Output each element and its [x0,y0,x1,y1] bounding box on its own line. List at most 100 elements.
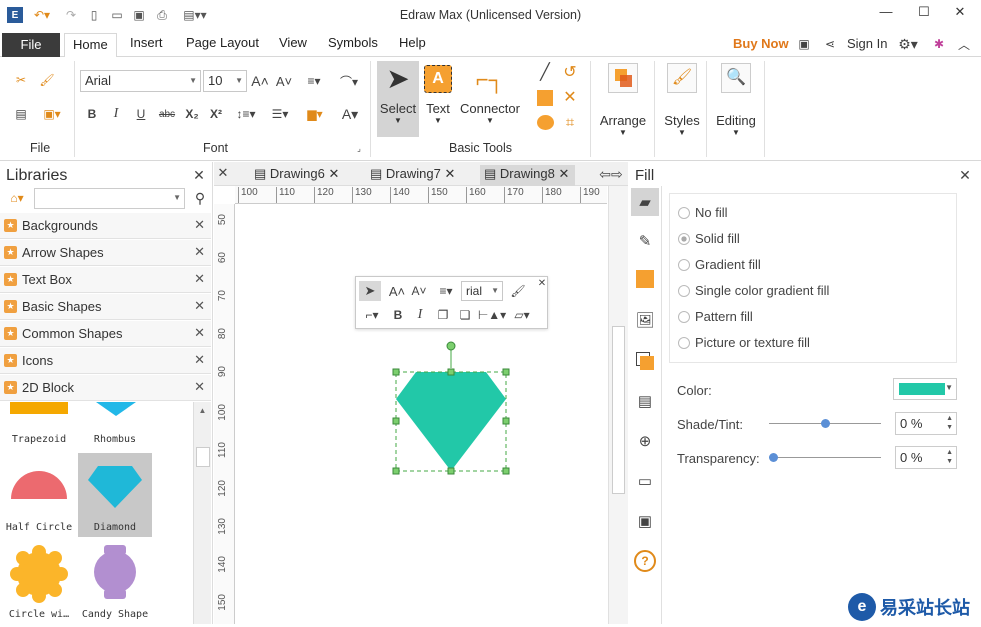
tab-symbols[interactable]: Symbols [328,35,378,50]
library-item-icons[interactable]: ★ Icons ✕ [0,348,211,374]
shape-candy[interactable] [86,542,146,606]
grow-font-icon[interactable]: A˄ [251,72,269,90]
select-tool-button[interactable]: ➤ Select ▼ [377,61,419,137]
styles-button[interactable]: 🖌 Styles ▼ [660,63,704,139]
library-scrollbar[interactable]: ▲ [193,402,211,624]
library-item-common-shapes[interactable]: ★ Common Shapes ✕ [0,321,211,347]
clone-icon[interactable]: ▣▾ [38,105,66,123]
bullets-icon[interactable]: ☰▾ [266,105,294,123]
close-button[interactable]: ✕ [940,4,980,24]
format-painter-icon[interactable]: 🖌 [38,71,56,89]
connector-tool-button[interactable]: ⌐┐ Connector ▼ [459,61,521,137]
underline-icon[interactable]: U [133,105,149,123]
distribute-icon[interactable]: ⊢▲▾ [478,306,506,324]
shade-slider-knob[interactable] [821,419,830,428]
tab-drawing6[interactable]: ▤ Drawing6 ✕ [250,165,345,186]
theme-icon[interactable]: ✱ [931,36,947,52]
resize-handle[interactable] [392,368,400,376]
crop-tool-icon[interactable]: ⌗ [561,113,579,131]
close-icon[interactable]: ✕ [328,166,339,181]
sign-in-link[interactable]: Sign In [847,36,887,51]
ellipse-tool-icon[interactable] [537,115,554,130]
font-size-select[interactable]: 10 ▼ [203,70,247,92]
resize-handle[interactable] [502,467,510,475]
send-back-icon[interactable]: ❏ [456,306,474,324]
tab-help[interactable]: Help [399,35,426,50]
transparency-input[interactable]: 0 % ▲ ▼ [895,446,957,469]
text-path-icon[interactable]: ⌒▾ [335,72,363,90]
close-icon[interactable]: ✕ [194,352,205,368]
gear-icon[interactable]: ⚙▾ [896,36,920,52]
transparency-slider-knob[interactable] [769,453,778,462]
resize-handle[interactable] [392,417,400,425]
style-icon[interactable]: ▱▾ [509,306,535,324]
close-icon[interactable]: ✕ [194,217,205,233]
scroll-up-icon[interactable]: ▲ [194,406,211,415]
font-dialog-launcher-icon[interactable]: ⌟ [354,143,364,153]
globe-icon[interactable]: ⊕ [634,430,656,452]
home-icon[interactable]: ⌂▾ [4,189,30,207]
library-item-backgrounds[interactable]: ★ Backgrounds ✕ [0,213,211,239]
radio-single-color-gradient-fill[interactable]: Single color gradient fill [678,283,829,298]
close-icon[interactable]: ✕ [194,379,205,395]
drawing-canvas[interactable] [236,205,608,624]
file-tab[interactable]: File [2,33,60,57]
close-icon[interactable]: ✕ [194,298,205,314]
mini-font-select[interactable]: rial ▼ [461,281,503,301]
radio-pattern-fill[interactable]: Pattern fill [678,309,753,324]
subscript-icon[interactable]: X₂ [183,105,201,123]
tab-view[interactable]: View [279,35,307,50]
close-icon[interactable]: ✕ [194,271,205,287]
radio-solid-fill[interactable]: Solid fill [678,231,740,246]
resize-handle[interactable] [502,368,510,376]
line-style-icon[interactable]: ✎ [634,230,656,252]
radio-button[interactable] [678,337,690,349]
format-painter-icon[interactable]: 🖌 [509,282,527,300]
close-icon[interactable]: ✕ [444,166,455,181]
resize-handle[interactable] [447,368,455,376]
arc-tool-icon[interactable]: ↺ [561,63,579,81]
shrink-font-icon[interactable]: A˅ [410,282,428,300]
text-tool-button[interactable]: A Text ▼ [420,61,456,137]
grow-font-icon[interactable]: A˄ [388,282,406,300]
superscript-icon[interactable]: X² [207,105,225,123]
shadow-icon[interactable] [636,270,654,288]
line-tool-icon[interactable]: ╱ [536,63,554,81]
italic-icon[interactable]: I [108,105,124,123]
highlight-icon[interactable]: ▆▾ [301,105,329,123]
help-icon[interactable]: ? [634,550,656,572]
attachment-icon[interactable]: ▭ [634,470,656,492]
rectangle-tool-icon[interactable] [537,90,553,106]
close-icon[interactable]: ✕ [192,167,206,183]
page-icon[interactable]: ▤ [634,390,656,412]
minimize-button[interactable]: — [866,4,906,24]
canvas-scrollbar[interactable] [608,186,628,624]
search-icon[interactable]: ⚲ [191,189,209,207]
line-spacing-icon[interactable]: ↕≡▾ [232,105,260,123]
rotate-handle[interactable] [446,341,456,351]
tab-home[interactable]: Home [64,33,117,58]
editing-button[interactable]: 🔍 Editing ▼ [712,63,760,139]
transparency-slider[interactable] [769,457,881,458]
resize-handle[interactable] [502,417,510,425]
arrange-button[interactable]: Arrange ▼ [596,63,650,139]
library-search-input[interactable]: ▼ [34,188,185,209]
close-icon[interactable]: ✕ [194,244,205,260]
radio-button[interactable] [678,207,690,219]
tab-drawing7[interactable]: ▤ Drawing7 ✕ [366,165,461,186]
tab-scroll-icon[interactable]: ⇦⇨ [596,165,626,183]
shrink-font-icon[interactable]: A˅ [275,72,293,90]
close-icon[interactable]: ✕ [216,165,230,180]
radio-button[interactable] [678,259,690,271]
cut-icon[interactable]: ✂ [12,71,30,89]
cross-tool-icon[interactable]: ✕ [561,88,579,106]
cart-icon[interactable]: ▣ [796,36,812,52]
radio-no-fill[interactable]: No fill [678,205,728,220]
scroll-thumb[interactable] [196,447,210,467]
resize-handle[interactable] [447,467,455,475]
scroll-thumb[interactable] [612,326,625,494]
shape-rhombus[interactable] [96,402,136,416]
image-icon[interactable]: 🖼 [634,310,656,330]
tab-drawing8[interactable]: ▤ Drawing8 ✕ [480,165,576,186]
fill-bucket-icon[interactable]: ▰ [631,188,659,216]
